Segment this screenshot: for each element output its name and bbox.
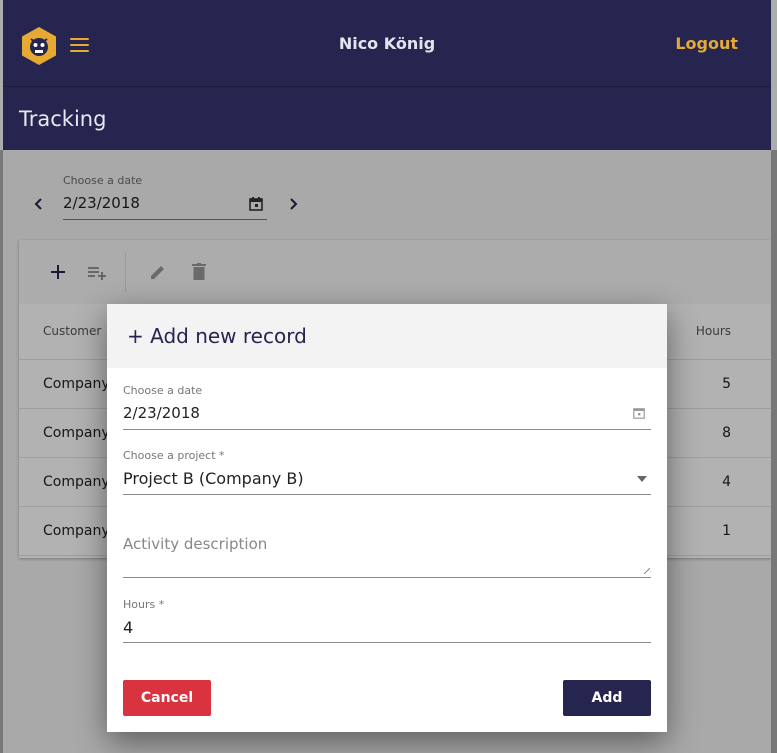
- add-button[interactable]: Add: [563, 680, 651, 716]
- dialog-project-select[interactable]: Project B (Company B): [123, 469, 304, 488]
- cancel-button[interactable]: Cancel: [123, 680, 211, 716]
- dialog-hours-underline: [123, 642, 651, 643]
- plus-icon: +: [127, 324, 144, 348]
- hours-input[interactable]: 4: [123, 618, 133, 637]
- dialog-hours-label: Hours *: [123, 598, 165, 611]
- logout-link[interactable]: Logout: [675, 34, 738, 53]
- dialog-project-label: Choose a project *: [123, 449, 225, 462]
- activity-description-input[interactable]: Activity description: [123, 535, 267, 553]
- dialog-description-field[interactable]: Activity description: [123, 529, 651, 579]
- dialog-date-field[interactable]: Choose a date 2/23/2018: [123, 384, 651, 434]
- dialog-date-underline: [123, 429, 651, 430]
- add-record-dialog: + Add new record Choose a date 2/23/2018…: [107, 304, 667, 732]
- calendar-icon[interactable]: [633, 407, 645, 419]
- dialog-title-text: Add new record: [150, 324, 307, 348]
- page-title: Tracking: [19, 107, 107, 131]
- dialog-hours-field[interactable]: Hours * 4: [123, 598, 651, 648]
- dialog-project-field[interactable]: Choose a project * Project B (Company B): [123, 449, 651, 499]
- app-logo-icon[interactable]: [21, 26, 57, 66]
- dialog-date-input[interactable]: 2/23/2018: [123, 404, 200, 422]
- top-app-bar: Nico König Logout: [3, 0, 771, 86]
- dialog-description-underline: [123, 577, 651, 578]
- page-title-bar: Tracking: [3, 86, 771, 150]
- dialog-date-label: Choose a date: [123, 384, 203, 397]
- user-name: Nico König: [338, 34, 436, 53]
- resize-handle-icon[interactable]: [644, 568, 650, 574]
- dialog-header: + Add new record: [107, 304, 667, 368]
- menu-icon[interactable]: [70, 38, 89, 52]
- dialog-project-underline: [123, 494, 651, 495]
- dropdown-arrow-icon[interactable]: [637, 476, 647, 482]
- dialog-title: + Add new record: [127, 324, 307, 348]
